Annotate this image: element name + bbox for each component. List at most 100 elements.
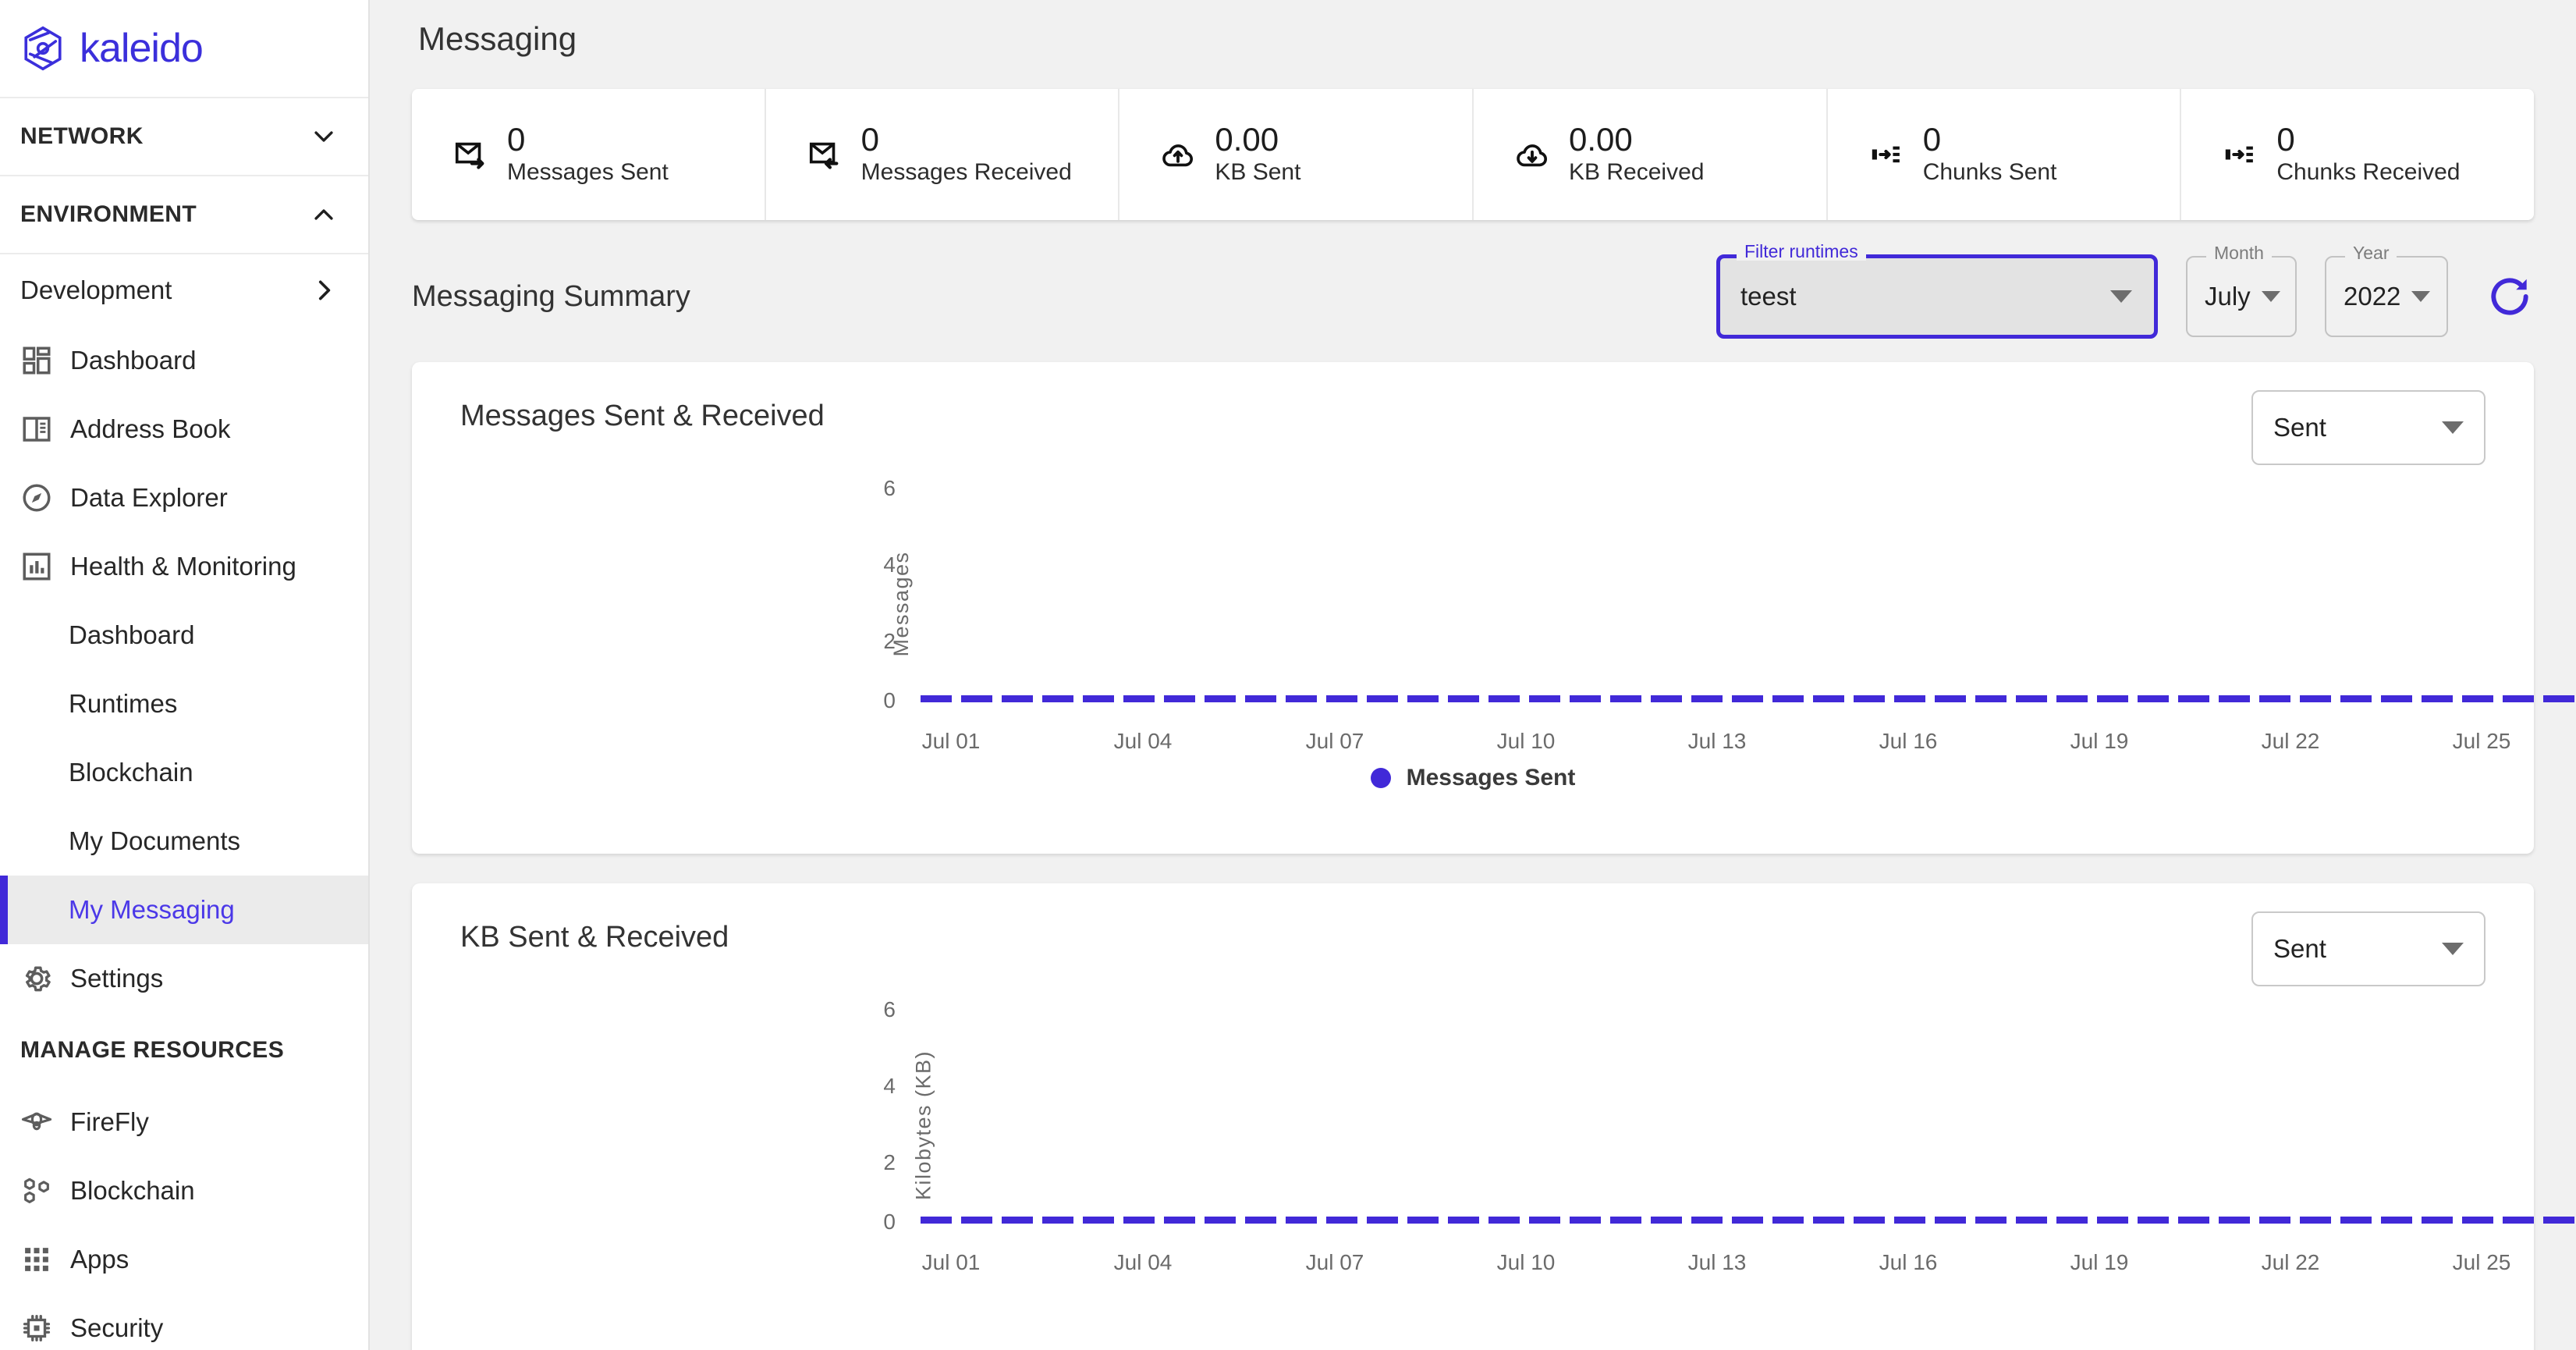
x-tick: Jul 07 [1305,1250,1364,1274]
stat-label: KB Sent [1215,159,1301,186]
x-tick: Jul 16 [1879,729,1938,753]
sidebar-item-label: Runtimes [69,689,178,718]
sidebar-item-label: My Documents [69,826,241,855]
messages-chart-legend: Messages Sent [412,729,2534,822]
sidebar-item-apps[interactable]: Apps [0,1225,368,1294]
y-tick: 0 [883,1210,896,1234]
chart-panel-messages-header: Messages Sent & Received Sent [412,362,2534,465]
x-tick: Jul 22 [2261,1250,2320,1274]
month-legend: Month [2206,244,2272,262]
stat-value: 0 [1922,120,1942,158]
x-tick: Jul 10 [1496,729,1556,753]
y-tick: 6 [883,997,896,1021]
stat-value: 0 [860,120,880,158]
chevron-down-icon [2442,421,2464,434]
sidebar-item-security[interactable]: Security [0,1294,368,1350]
sidebar-section-manage-resources: MANAGE RESOURCES [0,1013,368,1088]
chart-title: Messages Sent & Received [460,400,825,432]
sidebar-item-data-explorer[interactable]: Data Explorer [0,464,368,532]
kb-direction-select[interactable]: Sent [2251,911,2486,986]
refresh-icon[interactable] [2486,272,2534,321]
x-tick: Jul 01 [921,729,981,753]
stat-value: 0 [2276,120,2295,158]
sidebar-item-settings[interactable]: Settings [0,944,368,1013]
x-tick: Jul 25 [2452,1250,2511,1274]
address-book-icon [23,417,51,442]
month-value: July [2205,282,2251,311]
sidebar-item-address-book[interactable]: Address Book [0,395,368,464]
sidebar-item-dashboard[interactable]: Dashboard [0,326,368,395]
sidebar-group-network-label: NETWORK [20,123,144,149]
main-content: Messaging 0 Messages Sent 0 Messages Rec… [370,0,2576,1350]
sidebar-environment-selector[interactable]: Development [0,254,368,326]
filter-runtimes-select[interactable]: Filter runtimes teest [1716,243,2158,339]
stat-label: Chunks Sent [1922,159,2057,186]
kb-y-axis-label: Kilobytes (KB) [911,1050,935,1201]
x-tick: Jul 04 [1113,729,1173,753]
chevron-down-icon [2411,291,2431,302]
sidebar-item-blockchain-resource[interactable]: Blockchain [0,1156,368,1225]
messages-plot-area: Messages 6 4 2 0 Jul 01 Jul 04 Jul 07 Ju… [412,476,2576,753]
sidebar-item-health-dashboard[interactable]: Dashboard [0,601,368,670]
x-tick: Jul 16 [1879,1250,1938,1274]
sidebar-item-label: Apps [70,1245,130,1274]
x-tick: Jul 13 [1687,729,1747,753]
dashboard-icon [23,346,51,375]
stat-label: Messages Sent [507,159,669,186]
chart-panel-kb: KB Sent & Received Sent Kilobytes (KB) 6… [412,883,2576,1350]
messages-direction-select[interactable]: Sent [2251,390,2486,465]
x-tick: Jul 07 [1305,729,1364,753]
stat-value: 0.00 [1569,120,1633,158]
sidebar-item-health-monitoring[interactable]: Health & Monitoring [0,532,368,601]
app-root: kaleido NETWORK ENVIRONMENT Development [0,0,2576,1350]
x-tick: Jul 19 [2070,729,2129,753]
sidebar-item-label: Security [70,1313,164,1342]
sidebar-item-my-documents[interactable]: My Documents [0,807,368,876]
legend-color-swatch [1370,768,1391,788]
y-tick: 2 [883,629,896,653]
sidebar: kaleido NETWORK ENVIRONMENT Development [0,0,370,1350]
firefly-icon [21,1112,52,1131]
year-select[interactable]: Year 2022 [2325,244,2448,337]
stat-label: Chunks Received [2276,159,2461,186]
stat-value: 0 [507,120,526,158]
stat-card-messages-sent: 0 Messages Sent [412,89,766,220]
year-value: 2022 [2344,282,2401,311]
chevron-down-icon [314,131,333,142]
month-select[interactable]: Month July [2186,244,2297,337]
page-title: Messaging [418,20,577,57]
cloud-download-icon [1517,144,1548,167]
y-tick: 2 [883,1150,896,1174]
y-tick: 4 [883,1074,896,1098]
x-tick: Jul 22 [2261,729,2320,753]
apps-grid-icon [25,1248,48,1271]
summary-filter-row: Messaging Summary Filter runtimes teest … [412,243,2534,343]
compass-icon [23,484,51,512]
sidebar-item-firefly[interactable]: FireFly [0,1088,368,1156]
x-tick: Jul 04 [1113,1250,1173,1274]
filters-group: Filter runtimes teest Month July Year 20… [1716,243,2534,339]
chart-panel-kb-header: KB Sent & Received Sent [412,883,2534,986]
legend-label: Messages Sent [1406,765,1576,790]
mail-sent-icon [455,142,484,169]
stat-label: Messages Received [860,159,1072,186]
sidebar-item-runtimes[interactable]: Runtimes [0,670,368,738]
stat-label: KB Received [1569,159,1705,186]
environment-name: Development [20,275,172,304]
stat-value: 0.00 [1215,120,1279,158]
sidebar-group-network[interactable]: NETWORK [0,98,368,176]
sidebar-item-label: My Messaging [69,895,235,924]
cloud-upload-icon [1162,144,1194,167]
sidebar-item-label: Dashboard [69,620,195,649]
chevron-down-icon [2110,290,2132,303]
x-tick: Jul 10 [1496,1250,1556,1274]
chevron-down-icon [2442,943,2464,955]
messages-direction-value: Sent [2273,413,2326,442]
chart-title: KB Sent & Received [460,921,729,954]
brand-logo[interactable]: kaleido [0,0,368,98]
sidebar-item-blockchain[interactable]: Blockchain [0,738,368,807]
stat-card-kb-received: 0.00 KB Received [1474,89,1828,220]
chevron-down-icon [2261,291,2280,302]
sidebar-group-environment[interactable]: ENVIRONMENT [0,176,368,254]
sidebar-item-my-messaging[interactable]: My Messaging [0,876,368,944]
